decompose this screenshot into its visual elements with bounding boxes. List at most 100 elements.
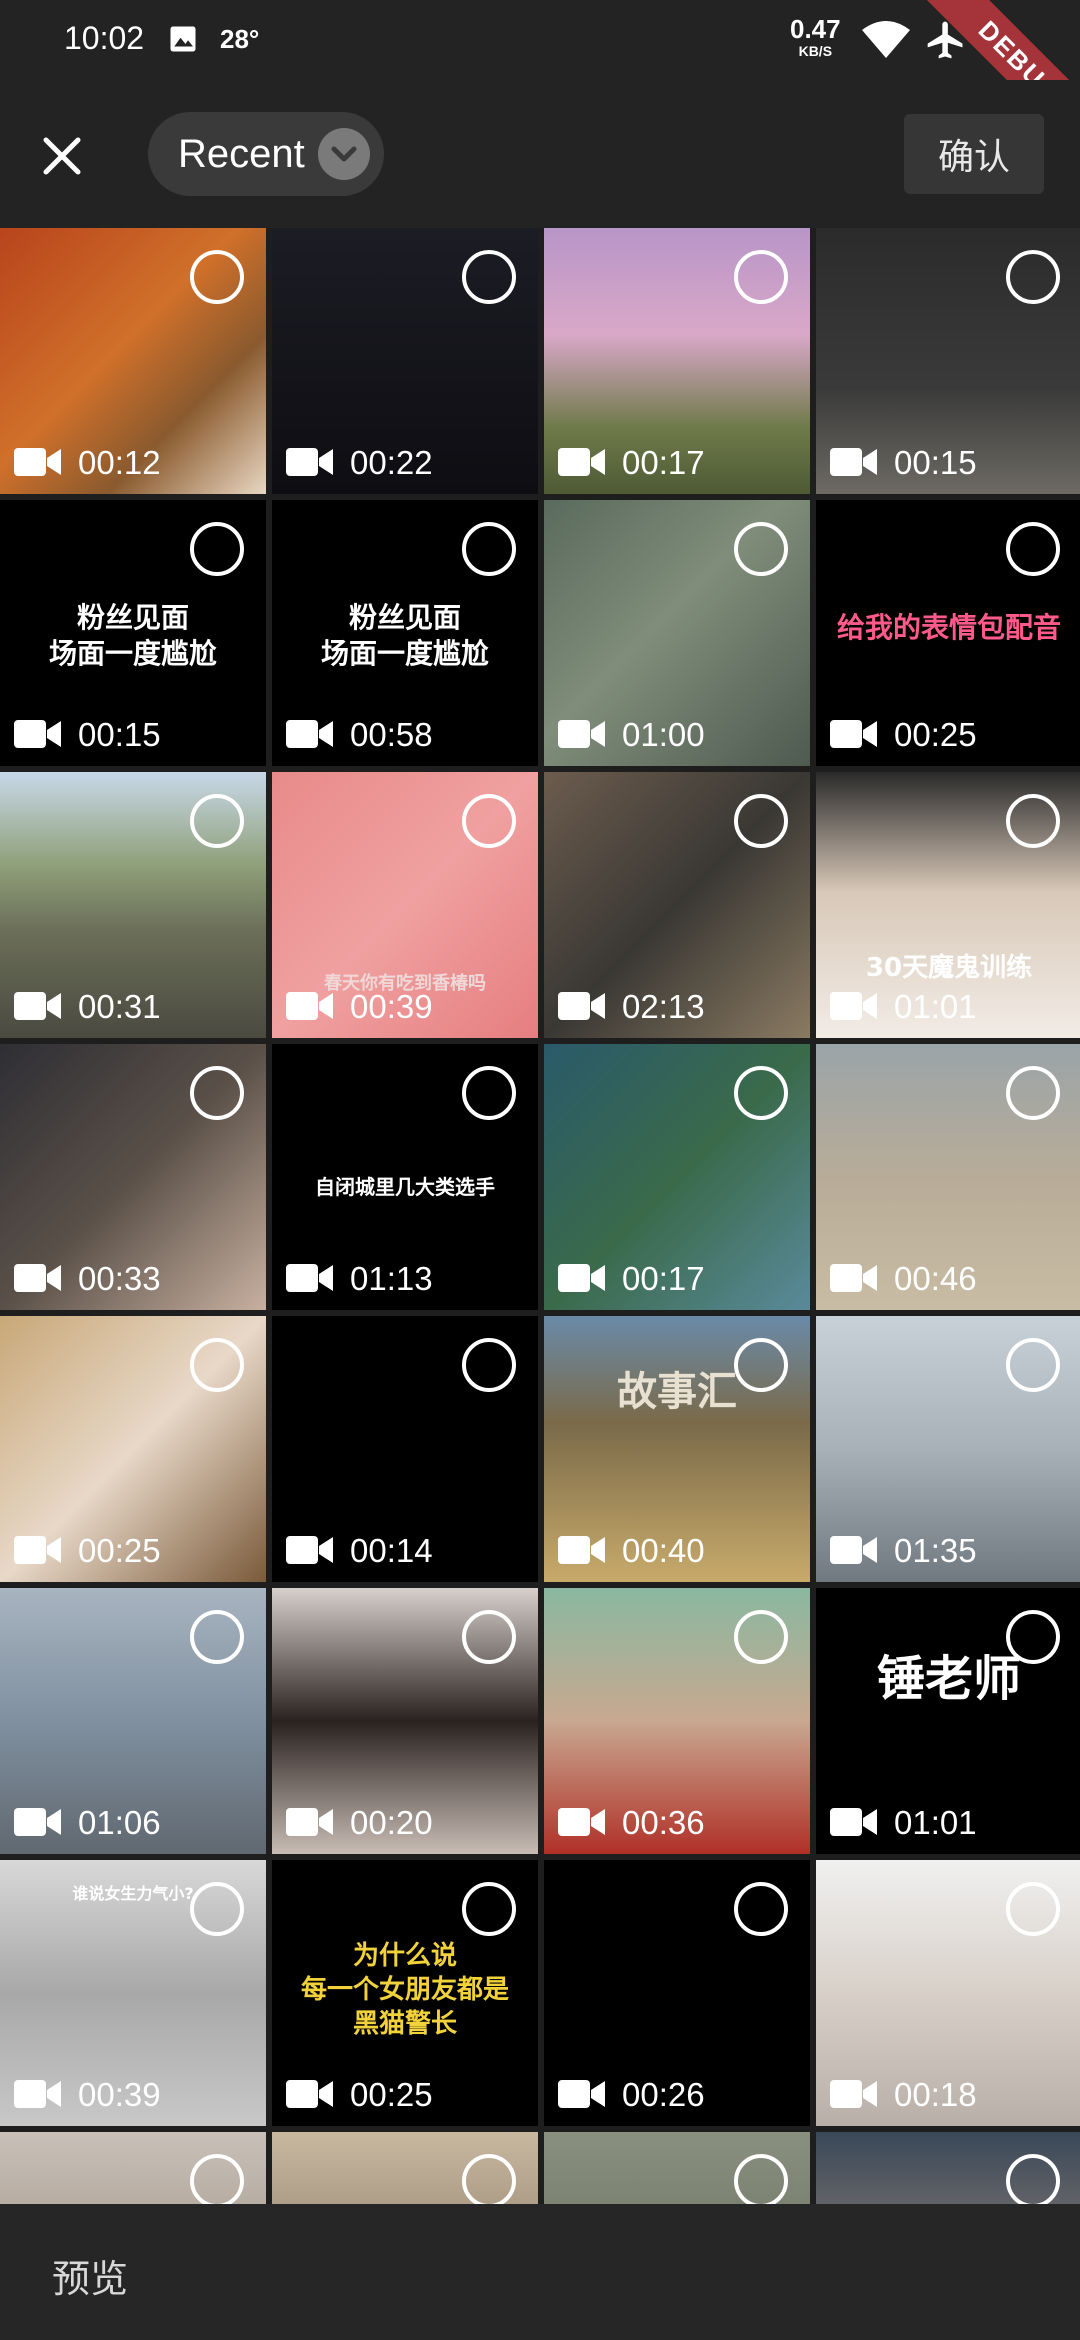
video-thumbnail[interactable]: 谁说女生力气小? 00:39: [0, 1860, 266, 2126]
select-checkbox[interactable]: [1006, 1610, 1060, 1664]
select-checkbox[interactable]: [462, 1610, 516, 1664]
select-checkbox[interactable]: [462, 522, 516, 576]
album-selector[interactable]: Recent: [148, 112, 384, 196]
select-checkbox[interactable]: [190, 2154, 244, 2204]
picker-toolbar: Recent 确认: [0, 80, 1080, 228]
select-checkbox[interactable]: [734, 1882, 788, 1936]
video-thumbnail[interactable]: 30天魔鬼训练 01:01: [816, 772, 1080, 1038]
video-camera-icon: [14, 1808, 61, 1836]
status-bar: 10:02 28° 0.47 KB/S DEBUG: [0, 0, 1080, 170]
video-thumbnail[interactable]: 00:33: [0, 1044, 266, 1310]
select-checkbox[interactable]: [734, 794, 788, 848]
select-checkbox[interactable]: [734, 1066, 788, 1120]
video-thumbnail[interactable]: 00:17: [544, 1044, 810, 1310]
video-duration: 00:25: [78, 1532, 161, 1569]
close-icon: [43, 137, 81, 175]
video-camera-icon: [830, 1808, 877, 1836]
video-thumbnail[interactable]: 00:12: [0, 228, 266, 494]
video-thumbnail[interactable]: [816, 2132, 1080, 2204]
video-thumbnail[interactable]: 00:46: [816, 1044, 1080, 1310]
video-camera-icon: [830, 1264, 877, 1292]
thumbnail-caption: 为什么说 每一个女朋友都是 黑猫警长: [300, 1941, 509, 2039]
video-thumbnail[interactable]: 给我的表情包配音 00:25: [816, 500, 1080, 766]
network-speed-value: 0.47: [790, 14, 841, 44]
select-checkbox[interactable]: [190, 250, 244, 304]
select-checkbox[interactable]: [190, 1882, 244, 1936]
video-duration: 00:40: [622, 1532, 705, 1569]
video-duration: 00:31: [78, 988, 161, 1025]
video-thumbnail[interactable]: 00:15: [816, 228, 1080, 494]
select-checkbox[interactable]: [1006, 1882, 1060, 1936]
video-camera-icon: [830, 992, 877, 1020]
video-thumbnail[interactable]: 为什么说 每一个女朋友都是 黑猫警长 00:25: [272, 1860, 538, 2126]
video-thumbnail[interactable]: [0, 2132, 266, 2204]
select-checkbox[interactable]: [1006, 2154, 1060, 2204]
video-thumbnail[interactable]: 00:18: [816, 1860, 1080, 2126]
select-checkbox[interactable]: [190, 1066, 244, 1120]
video-thumbnail[interactable]: 粉丝见面 场面一度尴尬 00:15: [0, 500, 266, 766]
video-duration: 00:26: [622, 2076, 705, 2113]
select-checkbox[interactable]: [734, 522, 788, 576]
video-camera-icon: [558, 1536, 605, 1564]
select-checkbox[interactable]: [190, 1338, 244, 1392]
video-thumbnail[interactable]: 00:31: [0, 772, 266, 1038]
select-checkbox[interactable]: [190, 794, 244, 848]
chevron-down-icon: [318, 128, 370, 180]
video-thumbnail[interactable]: [272, 2132, 538, 2204]
video-thumbnail[interactable]: 00:20: [272, 1588, 538, 1854]
video-duration: 00:36: [622, 1804, 705, 1841]
select-checkbox[interactable]: [190, 1610, 244, 1664]
preview-button[interactable]: 预览: [52, 2248, 128, 2303]
status-temperature: 28°: [220, 24, 260, 54]
video-thumbnail[interactable]: 01:00: [544, 500, 810, 766]
select-checkbox[interactable]: [1006, 1338, 1060, 1392]
video-duration: 01:35: [894, 1532, 977, 1569]
video-thumbnail[interactable]: 00:17: [544, 228, 810, 494]
select-checkbox[interactable]: [734, 1338, 788, 1392]
thumbnail-caption: 粉丝见面 场面一度尴尬: [48, 601, 217, 671]
video-duration: 01:13: [350, 1260, 433, 1297]
video-duration: 00:15: [894, 444, 977, 481]
select-checkbox[interactable]: [734, 2154, 788, 2204]
select-checkbox[interactable]: [462, 1338, 516, 1392]
select-checkbox[interactable]: [462, 1066, 516, 1120]
video-camera-icon: [286, 448, 333, 476]
select-checkbox[interactable]: [462, 794, 516, 848]
select-checkbox[interactable]: [1006, 794, 1060, 848]
select-checkbox[interactable]: [734, 1610, 788, 1664]
select-checkbox[interactable]: [190, 522, 244, 576]
video-thumbnail[interactable]: 粉丝见面 场面一度尴尬 00:58: [272, 500, 538, 766]
video-thumbnail[interactable]: 01:06: [0, 1588, 266, 1854]
select-checkbox[interactable]: [462, 1882, 516, 1936]
close-button[interactable]: [26, 120, 98, 192]
thumbnail-caption: 30天魔鬼训练: [865, 953, 1033, 983]
video-duration: 00:18: [894, 2076, 977, 2113]
video-thumbnail[interactable]: 00:36: [544, 1588, 810, 1854]
video-thumbnail[interactable]: 春天你有吃到香椿吗 00:39: [272, 772, 538, 1038]
select-checkbox[interactable]: [1006, 1066, 1060, 1120]
video-camera-icon: [286, 2080, 333, 2108]
select-checkbox[interactable]: [462, 250, 516, 304]
video-thumbnail[interactable]: 故事汇 00:40: [544, 1316, 810, 1582]
video-thumbnail[interactable]: 02:13: [544, 772, 810, 1038]
video-thumbnail[interactable]: 00:22: [272, 228, 538, 494]
select-checkbox[interactable]: [1006, 522, 1060, 576]
video-duration: 00:15: [78, 716, 161, 753]
video-camera-icon: [286, 720, 333, 748]
video-duration: 00:46: [894, 1260, 977, 1297]
video-camera-icon: [14, 448, 61, 476]
video-duration: 00:39: [350, 988, 433, 1025]
video-thumbnail[interactable]: [544, 2132, 810, 2204]
select-checkbox[interactable]: [1006, 250, 1060, 304]
video-thumbnail[interactable]: 自闭城里几大类选手 01:13: [272, 1044, 538, 1310]
video-thumbnail[interactable]: 00:25: [0, 1316, 266, 1582]
video-thumbnail[interactable]: 锤老师 01:01: [816, 1588, 1080, 1854]
video-thumbnail[interactable]: 00:26: [544, 1860, 810, 2126]
confirm-button[interactable]: 确认: [904, 114, 1044, 194]
video-thumbnail[interactable]: 01:35: [816, 1316, 1080, 1582]
video-camera-icon: [14, 2080, 61, 2108]
video-duration: 00:58: [350, 716, 433, 753]
video-thumbnail[interactable]: 00:14: [272, 1316, 538, 1582]
select-checkbox[interactable]: [734, 250, 788, 304]
select-checkbox[interactable]: [462, 2154, 516, 2204]
